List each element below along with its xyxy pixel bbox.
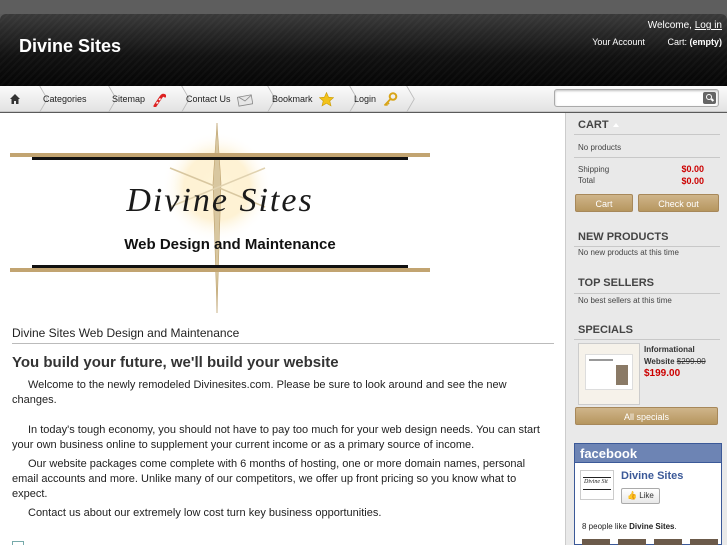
like-count-name: Divine Sites [629, 522, 675, 531]
envelope-icon [237, 94, 254, 107]
shipping-label: Shipping [578, 165, 610, 174]
cart-label: Cart: [667, 37, 687, 47]
special-new-price: $199.00 [644, 368, 681, 379]
checkout-button[interactable]: Check out [638, 194, 719, 212]
fan-avatar[interactable] [582, 539, 610, 545]
star-icon [319, 92, 335, 107]
new-products-text: No new products at this time [578, 248, 679, 257]
special-product-name[interactable]: Informational Website $299.00 [644, 344, 716, 368]
partial-element [12, 541, 24, 545]
nav-item-bookmark[interactable]: Bookmark [272, 86, 335, 112]
facebook-like-box: facebook Divine Sit Divine Sites 👍 Like … [574, 443, 722, 545]
thumbs-up-icon: 👍 [627, 491, 637, 500]
fan-avatar[interactable] [690, 539, 718, 545]
divider [574, 157, 720, 158]
candy-cane-icon [153, 93, 166, 107]
main-content: Divine Sites Web Design and Maintenance … [0, 113, 565, 545]
facebook-page-name[interactable]: Divine Sites [621, 470, 683, 482]
nav-item-label: Categories [43, 94, 87, 104]
site-title[interactable]: Divine Sites [19, 36, 121, 57]
nav-item-label: Login [354, 94, 377, 104]
right-sidebar: CART No products Shipping $0.00 Total $0… [565, 113, 727, 545]
your-account-link[interactable]: Your Account [592, 37, 645, 47]
welcome-text: Welcome, [647, 20, 692, 31]
like-count-text: 8 people like Divine Sites. [582, 522, 677, 531]
logo-subtitle: Web Design and Maintenance [124, 236, 335, 253]
packages-paragraph: Our website packages come complete with … [12, 458, 526, 500]
welcome-bar: Welcome, Log in [648, 20, 722, 31]
welcome-paragraph: Welcome to the newly remodeled Divinesit… [12, 379, 507, 406]
key-icon [383, 92, 397, 107]
logo-title: Divine Sites [125, 182, 313, 219]
nav-separator [99, 86, 109, 112]
nav-item-sitemap[interactable]: Sitemap [112, 86, 166, 112]
total-label: Total [578, 176, 595, 185]
divider [574, 246, 720, 247]
nav-item-login[interactable]: Login [354, 86, 398, 112]
nav-item-label: Contact Us [186, 94, 231, 104]
special-old-price: $299.00 [676, 357, 706, 366]
cart-button[interactable]: Cart [575, 194, 633, 212]
specials-heading[interactable]: SPECIALS [578, 324, 633, 336]
top-strip [0, 0, 727, 14]
facebook-logo[interactable]: facebook [575, 444, 721, 463]
nav-item-label: Sitemap [112, 94, 146, 104]
fan-faces [582, 539, 718, 545]
economy-paragraph: In today's tough economy, you should not… [12, 424, 540, 451]
login-link[interactable]: Log in [695, 20, 722, 31]
divider [574, 134, 720, 135]
nav-separator [340, 86, 350, 112]
fan-avatar[interactable] [654, 539, 682, 545]
divider [574, 293, 720, 294]
collapse-icon[interactable] [612, 123, 619, 128]
nav-item-contact-us[interactable]: Contact Us [186, 86, 254, 112]
search-icon[interactable] [703, 92, 716, 104]
cart-heading-label: CART [578, 119, 609, 131]
nav-separator [30, 86, 40, 112]
fan-avatar[interactable] [618, 539, 646, 545]
all-specials-button[interactable]: All specials [575, 407, 718, 425]
thumbnail-content [585, 354, 633, 390]
like-count-prefix: 8 people like [582, 522, 627, 531]
account-links: Your Account Cart: (empty) [572, 37, 722, 47]
nav-item-label: Bookmark [272, 94, 313, 104]
shipping-value: $0.00 [681, 164, 704, 174]
like-count-suffix: . [674, 522, 677, 531]
new-products-heading[interactable]: NEW PRODUCTS [578, 231, 668, 243]
cart-block-heading[interactable]: CART [578, 119, 619, 131]
like-button[interactable]: 👍 Like [621, 488, 660, 504]
like-label: Like [639, 491, 654, 500]
search-input[interactable] [554, 89, 719, 107]
site-logo: Divine Sites Web Design and Maintenance [10, 123, 430, 313]
nav-item-categories[interactable]: Categories [43, 86, 87, 112]
nav-bar: Categories Sitemap Contact Us Bookmark L… [0, 86, 727, 112]
nav-separator [172, 86, 182, 112]
headline: You build your future, we'll build your … [12, 354, 339, 371]
site-header: Divine Sites Welcome, Log in Your Accoun… [0, 14, 727, 86]
contact-paragraph: Contact us about our extremely low cost … [28, 507, 382, 519]
cart-summary-link[interactable]: Cart: (empty) [667, 37, 722, 47]
cart-empty-text: No products [578, 143, 622, 152]
thumbnail-wordmark: Divine Sit [584, 479, 608, 485]
page-title: Divine Sites Web Design and Maintenance [12, 326, 554, 344]
page-thumbnail[interactable]: Divine Sit [580, 470, 614, 500]
nav-separator [397, 86, 407, 112]
special-product-image[interactable] [578, 343, 640, 405]
total-value: $0.00 [681, 176, 704, 186]
top-sellers-text: No best sellers at this time [578, 296, 672, 305]
divider [574, 339, 720, 340]
top-sellers-heading[interactable]: TOP SELLERS [578, 277, 654, 289]
nav-separator [258, 86, 268, 112]
cart-status: (empty) [689, 37, 722, 47]
home-icon[interactable] [10, 94, 20, 104]
